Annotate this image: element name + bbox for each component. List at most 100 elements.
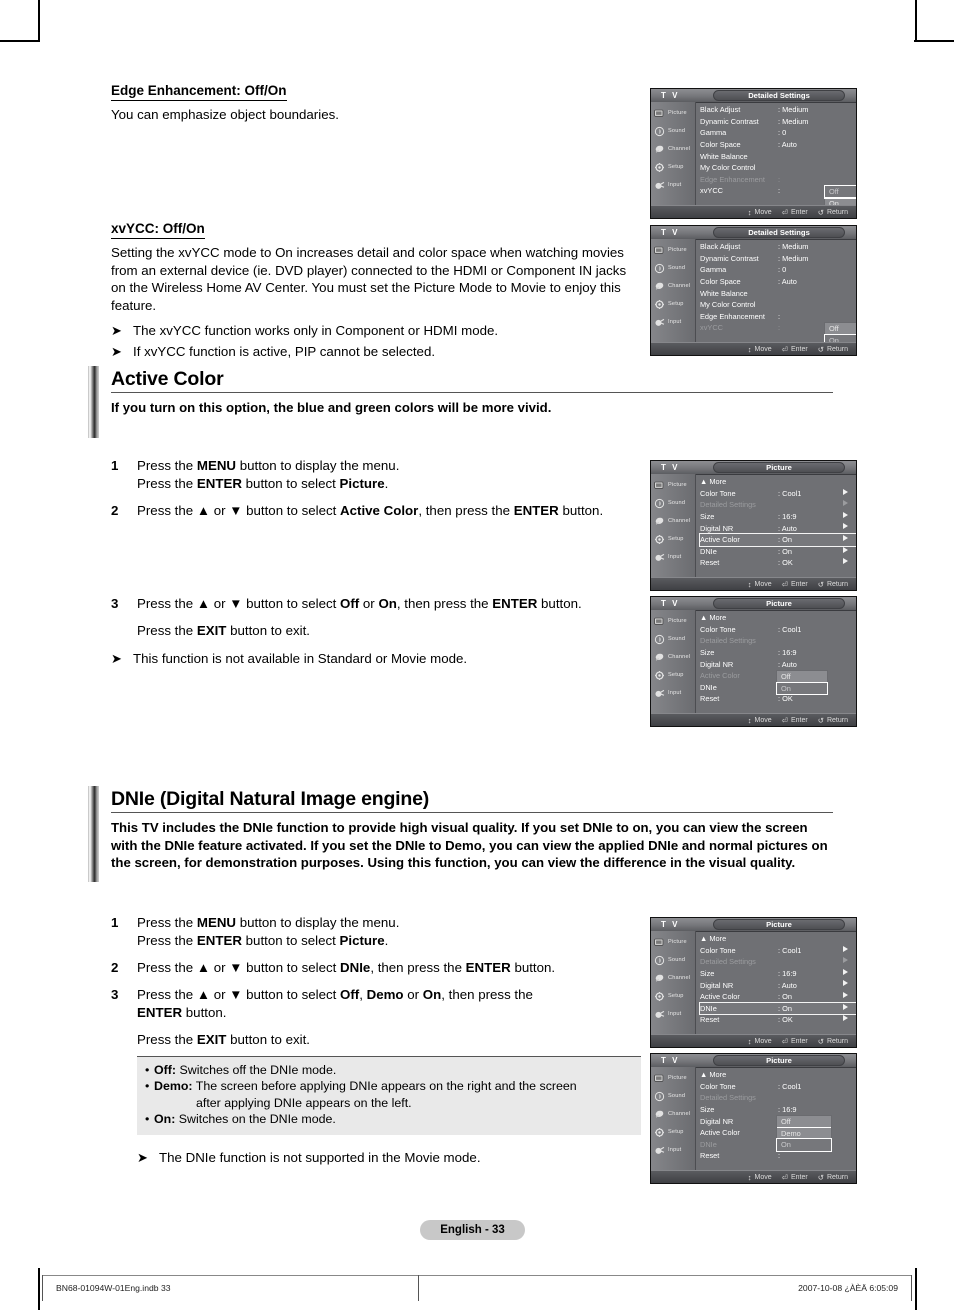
osd-rail-item-setup[interactable]: Setup (651, 1123, 695, 1141)
osd-footer-enter[interactable]: ⏎ Enter (782, 345, 808, 354)
osd-row-dynamic-contrast[interactable]: Dynamic Contrast: Medium (700, 116, 856, 128)
osd-row-detailed-settings[interactable]: Detailed Settings (700, 956, 856, 968)
osd-rail-item-picture[interactable]: Picture (651, 612, 695, 630)
osd-row-more[interactable]: ▲ More (700, 933, 856, 945)
osd-row-more[interactable]: ▲ More (700, 612, 856, 624)
osd-row-size[interactable]: Size: 16:9 (700, 511, 856, 523)
osd-menu-area: ▲ More Color Tone: Cool1 Detailed Settings… (696, 474, 856, 578)
osd-rail-item-sound[interactable]: Sound (651, 494, 695, 512)
osd-rail-item-input[interactable]: Input (651, 548, 695, 566)
osd-option-off[interactable]: Off (824, 185, 856, 199)
osd-rail-item-sound[interactable]: Sound (651, 630, 695, 648)
osd-footer-return[interactable]: ↺ Return (818, 580, 848, 589)
osd-rail-item-setup[interactable]: Setup (651, 530, 695, 548)
osd-row-black-adjust[interactable]: Black Adjust: Medium (700, 104, 856, 116)
osd-footer-enter[interactable]: ⏎ Enter (782, 1037, 808, 1046)
osd-row-my-color-control[interactable]: My Color Control (700, 162, 856, 174)
osd-row-white-balance[interactable]: White Balance (700, 150, 856, 162)
osd-row-color-tone[interactable]: Color Tone: Cool1 (700, 488, 856, 500)
osd-row-more[interactable]: ▲ More (700, 476, 856, 488)
osd-row-dnie[interactable]: DNIe: On (700, 546, 856, 558)
osd-footer-return[interactable]: ↺ Return (818, 345, 848, 354)
osd-row-reset[interactable]: Reset: (700, 1150, 856, 1162)
osd-option-on[interactable]: On (776, 1138, 832, 1152)
osd-rail-item-picture[interactable]: Picture (651, 104, 695, 122)
picture-icon (654, 937, 665, 948)
osd-rail-item-channel[interactable]: Channel (651, 1105, 695, 1123)
osd-rail-item-picture[interactable]: Picture (651, 241, 695, 259)
osd-rail-item-input[interactable]: Input (651, 1005, 695, 1023)
osd-row-reset[interactable]: Reset: OK (700, 1014, 856, 1026)
osd-footer-move[interactable]: ↕ Move (748, 580, 772, 589)
osd-rail-item-sound[interactable]: Sound (651, 951, 695, 969)
osd-rail-item-setup[interactable]: Setup (651, 987, 695, 1005)
osd-rail-item-channel[interactable]: Channel (651, 140, 695, 158)
osd-rail-item-input[interactable]: Input (651, 684, 695, 702)
osd-row-my-color-control[interactable]: My Color Control (700, 299, 856, 311)
osd-row-reset[interactable]: Reset: OK (700, 557, 856, 569)
osd-row-detailed-settings[interactable]: Detailed Settings (700, 635, 856, 647)
osd-option-off[interactable]: Off (825, 323, 856, 335)
osd-rail-item-setup[interactable]: Setup (651, 295, 695, 313)
osd-rail-item-channel[interactable]: Channel (651, 648, 695, 666)
osd-row-black-adjust[interactable]: Black Adjust: Medium (700, 241, 856, 253)
osd-footer-return[interactable]: ↺ Return (818, 1037, 848, 1046)
osd-row-edge-enhancement[interactable]: Edge Enhancement: (700, 174, 856, 186)
osd-row-size[interactable]: Size: 16:9 (700, 1104, 856, 1116)
osd-row-gamma[interactable]: Gamma: 0 (700, 127, 856, 139)
osd-row-gamma[interactable]: Gamma: 0 (700, 264, 856, 276)
osd-row-digital-nr[interactable]: Digital NR: Auto (700, 979, 856, 991)
osd-row-dynamic-contrast[interactable]: Dynamic Contrast: Medium (700, 253, 856, 265)
osd-option-demo[interactable]: Demo (777, 1128, 831, 1140)
osd-footer-enter[interactable]: ⏎ Enter (782, 580, 808, 589)
osd-row-color-tone[interactable]: Color Tone: Cool1 (700, 1081, 856, 1093)
osd-row-white-balance[interactable]: White Balance (700, 287, 856, 299)
osd-row-color-tone[interactable]: Color Tone: Cool1 (700, 945, 856, 957)
osd-footer-move[interactable]: ↕ Move (748, 1037, 772, 1046)
osd-row-label: Color Tone (700, 945, 736, 955)
osd-rail-item-setup[interactable]: Setup (651, 666, 695, 684)
osd-footer-enter[interactable]: ⏎ Enter (782, 716, 808, 725)
osd-rail-item-input[interactable]: Input (651, 1141, 695, 1159)
osd-footer-move[interactable]: ↕ Move (748, 345, 772, 354)
osd-row-color-space[interactable]: Color Space: Auto (700, 139, 856, 151)
osd-rail-item-channel[interactable]: Channel (651, 512, 695, 530)
osd-rail-item-channel[interactable]: Channel (651, 277, 695, 295)
osd-footer-return[interactable]: ↺ Return (818, 208, 848, 217)
osd-rail-item-channel[interactable]: Channel (651, 969, 695, 987)
osd-rail-item-sound[interactable]: Sound (651, 1087, 695, 1105)
osd-row-detailed-settings[interactable]: Detailed Settings (700, 499, 856, 511)
osd-footer-move[interactable]: ↕ Move (748, 716, 772, 725)
osd-rail-item-picture[interactable]: Picture (651, 476, 695, 494)
osd-rail-item-sound[interactable]: Sound (651, 122, 695, 140)
osd-option-on[interactable]: On (776, 681, 828, 696)
osd-rail-item-sound[interactable]: Sound (651, 259, 695, 277)
osd-row-more[interactable]: ▲ More (700, 1069, 856, 1081)
osd-row-active-color[interactable]: Active Color: On (700, 991, 856, 1003)
osd-row-digital-nr[interactable]: Digital NR: Auto (700, 522, 856, 534)
osd-row-color-tone[interactable]: Color Tone: Cool1 (700, 624, 856, 636)
osd-option-popup[interactable]: Off On (776, 670, 828, 696)
osd-rail-item-picture[interactable]: Picture (651, 1069, 695, 1087)
osd-row-detailed-settings[interactable]: Detailed Settings (700, 1092, 856, 1104)
osd-rail-item-setup[interactable]: Setup (651, 158, 695, 176)
osd-footer-move[interactable]: ↕ Move (748, 208, 772, 217)
osd-row-active-color[interactable]: Active Color: On (699, 533, 856, 547)
osd-row-size[interactable]: Size: 16:9 (700, 647, 856, 659)
osd-rail-item-input[interactable]: Input (651, 313, 695, 331)
osd-footer-enter[interactable]: ⏎ Enter (782, 208, 808, 217)
osd-row-color-space[interactable]: Color Space: Auto (700, 276, 856, 288)
osd-option-off[interactable]: Off (777, 1116, 831, 1128)
osd-footer-return[interactable]: ↺ Return (818, 716, 848, 725)
osd-row-digital-nr[interactable]: Digital NR: Auto (700, 658, 856, 670)
osd-footer-move[interactable]: ↕ Move (748, 1173, 772, 1182)
osd-option-popup[interactable]: Off Demo On (776, 1115, 832, 1152)
osd-row-edge-enhancement[interactable]: Edge Enhancement: (700, 311, 856, 323)
osd-rail-item-picture[interactable]: Picture (651, 933, 695, 951)
osd-option-off[interactable]: Off (777, 671, 827, 683)
osd-footer-enter[interactable]: ⏎ Enter (782, 1173, 808, 1182)
osd-rail-item-input[interactable]: Input (651, 176, 695, 194)
osd-footer-return[interactable]: ↺ Return (818, 1173, 848, 1182)
osd-row-dnie[interactable]: DNIe: On (699, 1001, 856, 1016)
osd-row-size[interactable]: Size: 16:9 (700, 968, 856, 980)
